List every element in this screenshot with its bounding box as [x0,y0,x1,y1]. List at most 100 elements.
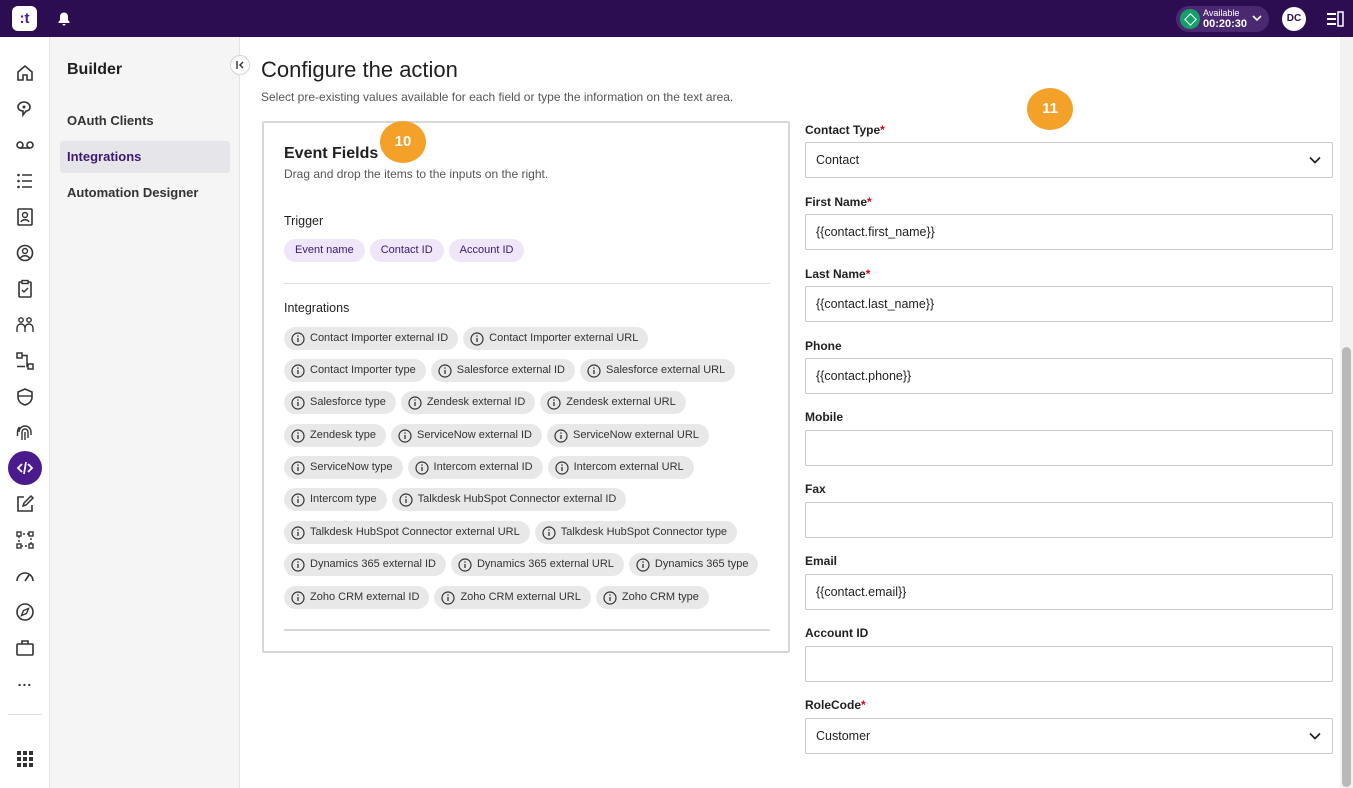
trigger-label: Trigger [284,214,324,228]
integration-chip-label: ServiceNow type [310,461,393,473]
integration-chip[interactable]: Talkdesk HubSpot Connector type [534,521,738,544]
integration-chip-row: ServiceNow type Intercom external ID Inter… [284,456,694,479]
integration-chip[interactable]: Zoho CRM external ID [284,586,430,609]
flow-icon[interactable] [13,349,37,373]
clipboard-icon[interactable] [13,277,37,301]
trigger-chip-contact-id[interactable]: Contact ID [369,239,444,262]
integration-chip-row: Dynamics 365 external ID Dynamics 365 ext… [284,553,759,576]
info-icon [291,492,305,507]
builder-menu: Builder OAuth Clients Integrations Autom… [50,37,250,788]
shield-icon[interactable] [13,385,37,409]
status-timer: 00:20:30 [1203,18,1248,30]
fax-input[interactable] [805,502,1333,538]
collapse-menu-button[interactable] [230,55,250,75]
integration-chip[interactable]: Talkdesk HubSpot Connector external ID [391,488,627,511]
integration-chip[interactable]: Talkdesk HubSpot Connector external URL [284,521,530,544]
info-icon [291,363,305,378]
integration-chip[interactable]: Zoho CRM type [595,586,709,609]
trigger-chip-event-name[interactable]: Event name [284,239,365,262]
role-code-label: RoleCode* [805,698,866,712]
integration-chip[interactable]: ServiceNow type [284,456,403,479]
collapse-left-icon [236,61,244,69]
info-icon [547,395,561,410]
user-avatar[interactable]: DC [1282,7,1306,31]
role-code-select[interactable]: Customer [805,718,1333,754]
contacts-icon[interactable] [13,205,37,229]
integration-chip-label: Dynamics 365 type [654,558,749,570]
list-icon[interactable] [13,169,37,193]
menu-item-automation-designer[interactable]: Automation Designer [60,177,230,209]
integration-chip[interactable]: Zendesk type [284,424,387,447]
apps-grid-icon[interactable] [13,747,37,771]
contact-type-select[interactable]: Contact [805,142,1333,178]
integration-chip[interactable]: Dynamics 365 type [628,553,759,576]
contact-type-value: Contact [816,153,860,167]
integration-chip-label: ServiceNow external URL [572,429,699,441]
email-input[interactable]: {{contact.email}} [805,574,1333,610]
first-name-input[interactable]: {{contact.first_name}} [805,214,1333,250]
edit-icon[interactable] [13,492,37,516]
info-icon [408,395,422,410]
menu-item-integrations[interactable]: Integrations [60,141,230,173]
menu-title: Builder [67,61,123,78]
integration-chip[interactable]: Dynamics 365 external ID [284,553,446,576]
integration-chip[interactable]: ServiceNow external ID [391,424,542,447]
account-id-input[interactable] [805,646,1333,682]
bell-icon[interactable] [56,11,72,27]
trigger-chips: Event name Contact ID Account ID [284,239,525,262]
info-icon [399,492,413,507]
last-name-input[interactable]: {{contact.last_name}} [805,286,1333,322]
first-name-label: First Name* [805,195,872,209]
event-fields-subtitle: Drag and drop the items to the inputs on… [284,167,549,181]
integration-chip-label: Zoho CRM type [621,591,699,603]
page-title: Configure the action [261,57,458,82]
agent-status-selector[interactable]: Available 00:20:30 [1176,6,1269,32]
compass-icon[interactable] [13,600,37,624]
voice-bubble-icon[interactable] [13,97,37,121]
mobile-input[interactable] [805,430,1333,466]
integration-chip[interactable]: ServiceNow external URL [546,424,709,447]
phone-input[interactable]: {{contact.phone}} [805,358,1333,394]
briefcase-icon[interactable] [13,636,37,660]
frame-icon[interactable] [13,528,37,552]
menu-item-oauth-clients[interactable]: OAuth Clients [60,105,230,137]
integration-chip[interactable]: Contact Importer external URL [463,327,649,350]
integration-chip[interactable]: Intercom external ID [407,456,543,479]
integration-chip[interactable]: Contact Importer external ID [284,327,459,350]
integration-chip[interactable]: Zendesk external URL [540,391,686,414]
integration-chip[interactable]: Zendesk external ID [400,391,536,414]
integration-chip-label: Talkdesk HubSpot Connector external URL [310,526,520,538]
info-icon [291,557,305,572]
side-panel-icon[interactable] [1326,10,1344,28]
integration-chip[interactable]: Salesforce external URL [580,359,736,382]
info-icon [458,557,472,572]
integration-chip-label: Contact Importer external ID [310,332,449,344]
integration-chip[interactable]: Intercom external URL [547,456,694,479]
talkdesk-logo[interactable]: :t [12,6,37,31]
voicemail-icon[interactable] [13,133,37,157]
info-icon [291,395,305,410]
integration-chip[interactable]: Salesforce type [284,391,396,414]
info-icon [603,590,617,605]
info-icon [291,428,305,443]
integration-chip[interactable]: Intercom type [284,488,387,511]
chevron-down-icon [1252,15,1262,22]
dashboard-icon[interactable] [13,564,37,588]
integration-chip[interactable]: Zoho CRM external URL [434,586,591,609]
more-apps-button[interactable]: ... [13,673,37,689]
integration-chip-row: Intercom type Talkdesk HubSpot Connector … [284,488,627,511]
integration-chip[interactable]: Contact Importer type [284,359,426,382]
info-icon [438,363,452,378]
agent-icon[interactable] [13,241,37,265]
trigger-chip-account-id[interactable]: Account ID [448,239,525,262]
scrollbar-thumb[interactable] [1342,347,1351,787]
fingerprint-icon[interactable] [13,421,37,445]
code-icon[interactable] [8,451,42,485]
integration-chip[interactable]: Salesforce external ID [430,359,575,382]
page-scrollbar[interactable] [1340,37,1353,788]
home-icon[interactable] [13,61,37,85]
integration-chip-label: Salesforce external URL [606,364,726,376]
integration-chip[interactable]: Dynamics 365 external URL [450,553,624,576]
team-icon[interactable] [13,313,37,337]
top-bar: :t Available 00:20:30 DC [0,0,1353,37]
